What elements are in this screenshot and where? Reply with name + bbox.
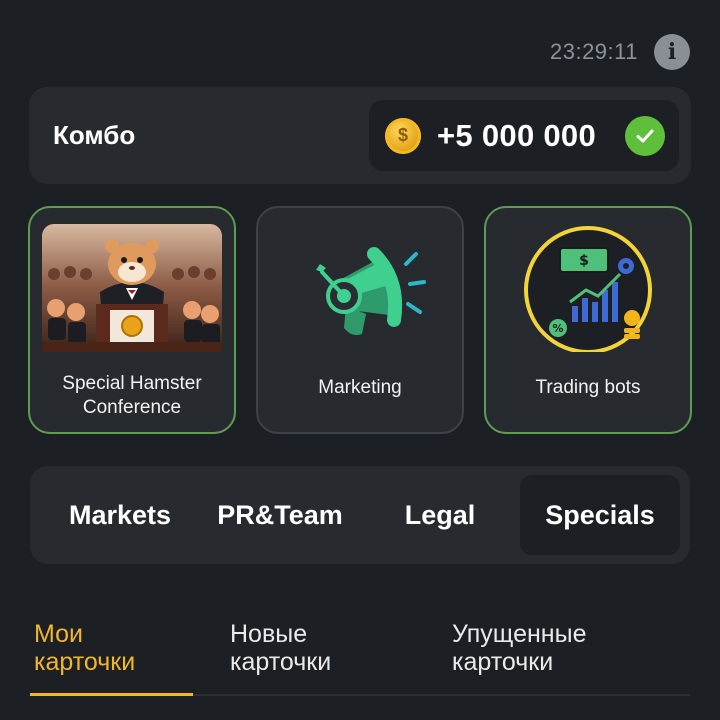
timer: 23:29:11 <box>549 39 638 64</box>
tab-new-cards[interactable]: Новые карточки <box>230 620 331 676</box>
card-label: Trading bots <box>535 377 641 398</box>
active-tab-indicator <box>30 693 193 696</box>
card-label: Special Hamster Conference <box>62 373 202 418</box>
card-trading-bots[interactable]: $ % Trading bots <box>484 206 692 434</box>
combo-panel: Комбо $ +5 000 000 <box>29 87 691 184</box>
category-legal[interactable]: Legal <box>360 475 520 555</box>
svg-text:%: % <box>552 322 563 335</box>
category-markets[interactable]: Markets <box>40 475 200 555</box>
trading-bots-icon: $ % <box>498 224 678 352</box>
info-button[interactable]: i <box>654 34 690 70</box>
tab-my-cards[interactable]: Мои карточки <box>34 620 135 676</box>
megaphone-target-icon <box>270 224 450 352</box>
mine-cards-screen: 23:29:11 i Комбо $ +5 000 000 Special Ha… <box>0 0 720 720</box>
hamster-conference-image <box>42 224 222 352</box>
category-selector: Markets PR&Team Legal Specials <box>30 466 690 564</box>
reward-amount: +5 000 000 <box>437 117 597 153</box>
card-special-hamster-conference[interactable]: Special Hamster Conference <box>28 206 236 434</box>
tab-missed-cards[interactable]: Упущенные карточки <box>452 620 586 676</box>
category-specials[interactable]: Specials <box>520 475 680 555</box>
svg-text:$: $ <box>579 253 589 269</box>
status-bar: 23:29:11 i <box>550 34 690 70</box>
coin-icon: $ <box>385 117 421 154</box>
card-tabs: Мои карточки Новые карточки Упущенные ка… <box>30 620 690 696</box>
check-icon <box>625 115 665 156</box>
info-icon: i <box>667 39 677 65</box>
card-label: Marketing <box>318 377 402 398</box>
category-pr-team[interactable]: PR&Team <box>200 475 360 555</box>
combo-reward: $ +5 000 000 <box>369 100 679 171</box>
card-marketing[interactable]: Marketing <box>256 206 464 434</box>
combo-title: Комбо <box>53 120 136 150</box>
